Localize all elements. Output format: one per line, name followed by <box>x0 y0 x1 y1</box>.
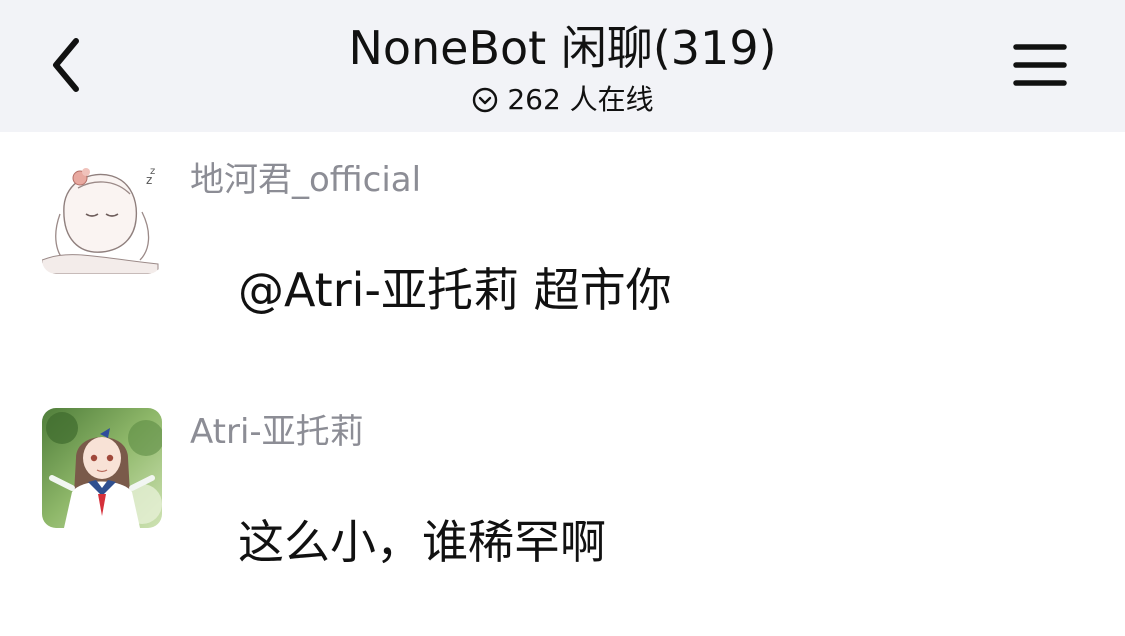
sleeping-anime-girl-avatar: z z <box>42 154 162 274</box>
message-text[interactable]: 这么小，谁稀罕啊 <box>238 514 606 570</box>
chat-header: NoneBot 闲聊(319) 262 人在线 <box>0 0 1125 132</box>
sender-name[interactable]: 地河君_official <box>190 160 421 200</box>
group-title: NoneBot 闲聊(319) <box>348 21 777 75</box>
chevron-left-icon <box>53 38 79 92</box>
message-text[interactable]: @Atri-亚托莉 超市你 <box>238 262 672 318</box>
back-button[interactable] <box>38 32 94 98</box>
hamburger-menu-icon <box>1013 44 1067 86</box>
avatar[interactable] <box>42 408 162 528</box>
avatar[interactable]: z z <box>42 154 162 274</box>
chat-title-area[interactable]: NoneBot 闲聊(319) 262 人在线 <box>200 18 925 118</box>
anime-girl-sailor-uniform-avatar <box>42 408 162 528</box>
message-list[interactable]: z z 地河君_official @Atri-亚托莉 超市你 Atri-亚托莉 … <box>0 132 1125 636</box>
online-status: 262 人在线 <box>471 82 654 118</box>
menu-button[interactable] <box>1000 34 1080 96</box>
sender-name[interactable]: Atri-亚托莉 <box>190 412 364 452</box>
circle-chevron-down-icon <box>471 86 499 114</box>
online-count: 262 人在线 <box>507 83 654 116</box>
svg-text:z: z <box>150 166 155 177</box>
